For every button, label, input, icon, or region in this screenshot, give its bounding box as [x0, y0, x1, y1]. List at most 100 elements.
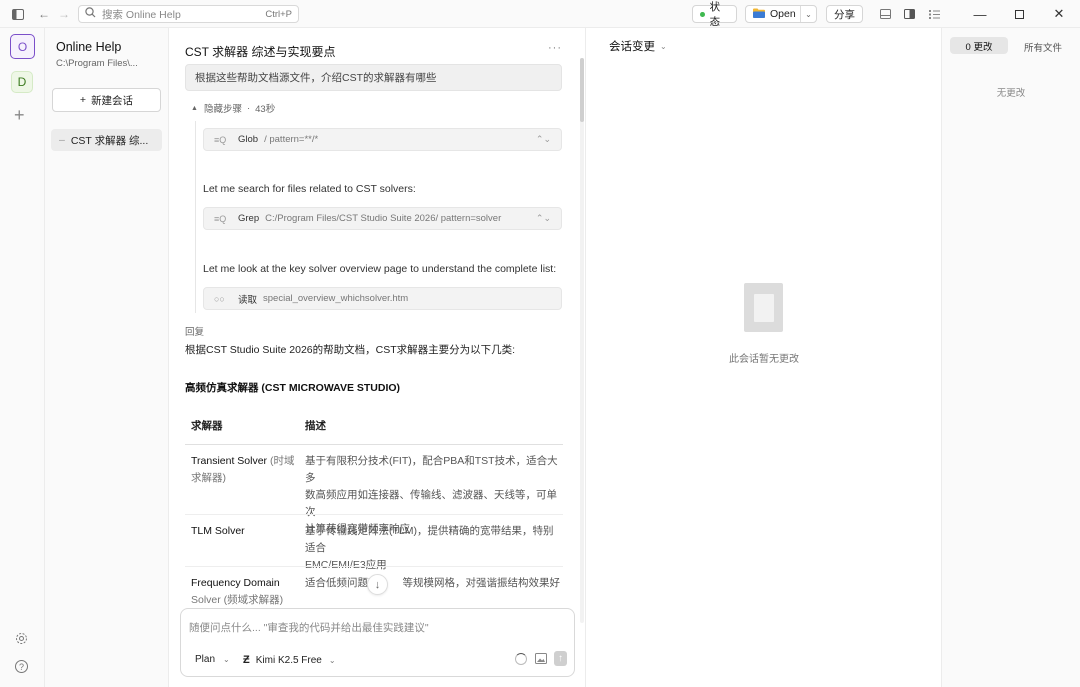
image-attach-icon[interactable]	[535, 653, 547, 667]
maximize-icon[interactable]	[1011, 6, 1027, 22]
help-icon[interactable]: ?	[15, 660, 28, 673]
solver-name: Frequency Domain	[191, 577, 280, 589]
solver-name: Transient Solver	[191, 455, 268, 467]
tool-name: Glob	[238, 134, 259, 145]
step-text: Let me look at the key solver overview p…	[203, 263, 557, 275]
session-item[interactable]: – CST 求解器 综...	[51, 129, 162, 151]
settings-icon[interactable]	[15, 632, 28, 648]
changes-title-dropdown[interactable]: 会话变更 ⌄	[609, 38, 667, 54]
model-label: Kimi K2.5 Free	[255, 654, 322, 666]
plus-icon: +	[79, 94, 87, 106]
table-row: Frequency Domain Solver (频域求解器)	[191, 575, 283, 609]
workspace-rail: O D + ?	[0, 28, 45, 687]
project-title: Online Help	[56, 40, 122, 54]
session-item-label: CST 求解器 综...	[70, 134, 149, 147]
search-files-icon: ≡Q	[214, 134, 227, 145]
section-title: 高频仿真求解器 (CST MICROWAVE STUDIO)	[185, 382, 401, 394]
files-empty-text: 无更改	[996, 88, 1026, 99]
user-message: 根据这些帮助文档源文件，介绍CST的求解器有哪些	[185, 64, 562, 91]
files-panel: 0 更改 所有文件 无更改	[942, 28, 1080, 687]
chat-title: CST 求解器 综述与实现要点	[185, 45, 336, 59]
list-view-icon[interactable]	[926, 6, 942, 22]
scroll-down-arrow-icon[interactable]: ↓	[367, 574, 388, 595]
new-session-label: 新建会话	[91, 94, 134, 107]
steps-toggle-label: 隐藏步骤	[203, 104, 242, 115]
mode-label: Plan	[195, 654, 216, 665]
tab-all-files[interactable]: 所有文件	[1024, 40, 1062, 54]
title-bar: ← → 搜索 Online Help Ctrl+P 状态 Open ⌄ 分享 —…	[0, 0, 1080, 28]
status-label: 状态	[709, 1, 721, 28]
solver-name: TLM Solver	[191, 525, 245, 537]
workspace-d-letter: D	[17, 75, 27, 89]
step-text: Let me search for files related to CST s…	[203, 183, 416, 195]
status-dot-icon	[700, 11, 705, 17]
scrollbar-thumb[interactable]	[580, 58, 584, 122]
table-row-divider	[185, 566, 563, 567]
triangle-up-icon: ▲	[191, 104, 198, 112]
tool-call-read[interactable]: ○○ 读取 special_overview_whichsolver.htm	[203, 287, 562, 310]
more-options-icon[interactable]: ···	[548, 42, 562, 54]
send-button[interactable]: ↑	[554, 651, 567, 666]
sidebar-toggle-icon[interactable]	[10, 6, 26, 22]
solver-sub: (时域	[269, 455, 295, 467]
workspace-o-letter: O	[17, 39, 28, 54]
session-sidebar: Online Help C:\Program Files\... + 新建会话 …	[45, 28, 169, 687]
reply-intro: 根据CST Studio Suite 2026的帮助文档，CST求解器主要分为以…	[185, 344, 516, 356]
mode-select[interactable]: Plan ⌄	[195, 654, 230, 665]
scrollbar-track[interactable]	[580, 58, 584, 623]
chevron-down-icon: ⌄	[328, 655, 336, 665]
tool-call-grep[interactable]: ≡Q Grep C:/Program Files/CST Studio Suit…	[203, 207, 562, 230]
open-button[interactable]: Open ⌄	[745, 5, 817, 23]
tab-changes-label: 0 更改	[965, 41, 993, 53]
table-header-desc: 描述	[305, 420, 326, 432]
folder-icon	[753, 8, 765, 21]
panel-right-icon[interactable]	[901, 6, 917, 22]
table-row: TLM Solver	[191, 523, 245, 540]
minimize-icon[interactable]: —	[972, 6, 988, 22]
chat-panel: CST 求解器 综述与实现要点 ··· 根据这些帮助文档源文件，介绍CST的求解…	[169, 28, 586, 687]
tool-call-glob[interactable]: ≡Q Glob / pattern=**/* ⌃⌄	[203, 128, 562, 151]
session-changes-panel: 会话变更 ⌄ 此会话暂无更改	[586, 28, 942, 687]
back-arrow-icon[interactable]: ←	[36, 6, 52, 22]
status-button[interactable]: 状态	[692, 1, 737, 28]
model-logo-icon: Ƶ	[243, 654, 250, 666]
reply-label: 回复	[185, 327, 205, 338]
search-input[interactable]: 搜索 Online Help Ctrl+P	[78, 5, 299, 23]
search-placeholder: 搜索 Online Help	[102, 8, 181, 21]
solver-sub2: 求解器)	[191, 472, 226, 484]
composer-input[interactable]: 随便问点什么... "审查我的代码并给出最佳实践建议"	[189, 620, 429, 635]
panel-bottom-icon[interactable]	[877, 6, 893, 22]
expand-chevron-icon: ⌃⌄	[535, 213, 551, 223]
tool-name: Grep	[238, 213, 260, 224]
user-message-text: 根据这些帮助文档源文件，介绍CST的求解器有哪些	[195, 72, 437, 84]
open-dropdown-chevron-icon[interactable]: ⌄	[800, 6, 816, 22]
desc-line: 基于传输线矩阵法(TLM)，提供精确的宽带结果，特别适合	[305, 525, 554, 554]
steps-duration: 43秒	[255, 104, 276, 115]
workspace-o-avatar[interactable]: O	[10, 34, 35, 59]
empty-document-icon	[744, 283, 783, 332]
add-workspace-icon[interactable]: +	[14, 106, 25, 124]
workspace-d-avatar[interactable]: D	[11, 71, 33, 93]
tab-changes[interactable]: 0 更改	[950, 37, 1008, 54]
table-row: Transient Solver (时域 求解器)	[191, 453, 299, 487]
steps-toggle[interactable]: ▲ 隐藏步骤 · 43秒	[191, 101, 276, 116]
solver-sub2: Solver (频域求解器)	[191, 594, 284, 606]
open-label: Open	[770, 8, 796, 20]
desc-line: 数高频应用如连接器、传输线、滤波器、天线等，可单次	[305, 489, 557, 518]
model-select[interactable]: Ƶ Kimi K2.5 Free ⌄	[243, 654, 336, 666]
share-label: 分享	[834, 8, 855, 21]
expand-chevron-icon: ⌃⌄	[535, 134, 551, 144]
chevron-down-icon: ⌄	[223, 655, 230, 664]
forward-arrow-icon[interactable]: →	[56, 6, 72, 22]
message-composer[interactable]: 随便问点什么... "审查我的代码并给出最佳实践建议" Plan ⌄ Ƶ Kim…	[180, 608, 575, 677]
tool-detail: / pattern=**/*	[264, 134, 319, 145]
search-icon	[85, 7, 96, 21]
changes-empty-text: 此会话暂无更改	[729, 354, 799, 365]
search-files-icon: ≡Q	[214, 213, 227, 224]
table-header-divider	[185, 444, 563, 445]
close-icon[interactable]: ✕	[1051, 6, 1067, 22]
new-session-button[interactable]: + 新建会话	[52, 88, 161, 112]
changes-title: 会话变更	[609, 41, 655, 53]
session-dash-icon: –	[59, 134, 65, 146]
share-button[interactable]: 分享	[826, 5, 863, 23]
